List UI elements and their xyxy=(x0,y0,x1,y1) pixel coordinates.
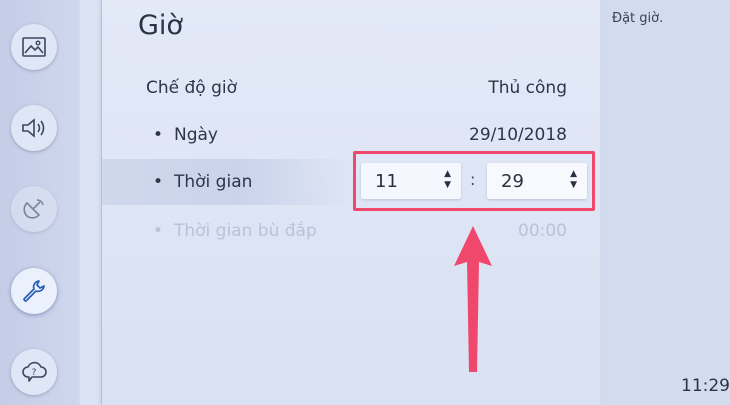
sidebar-item-sound[interactable] xyxy=(11,105,57,151)
system-clock: 11:29 xyxy=(681,376,730,396)
bullet: • xyxy=(153,221,164,241)
panel-layer xyxy=(94,0,102,405)
pointer-arrow-icon xyxy=(454,226,492,372)
help-text: Đặt giờ. xyxy=(612,11,664,26)
time-offset-label: Thời gian bù đắp xyxy=(174,221,317,241)
time-offset-value: 00:00 xyxy=(518,221,567,241)
sidebar-item-general[interactable] xyxy=(11,268,57,314)
help-cloud-icon: ? xyxy=(22,361,47,382)
time-row[interactable]: • Thời gian xyxy=(102,159,352,205)
date-value: 29/10/2018 xyxy=(469,125,567,145)
picture-icon xyxy=(22,37,46,57)
sound-icon xyxy=(22,118,45,138)
sidebar-item-support[interactable]: ? xyxy=(11,349,57,395)
highlight-box xyxy=(353,151,595,211)
sidebar: ? xyxy=(0,0,78,405)
bullet: • xyxy=(153,172,164,192)
clock-mode-label: Chế độ giờ xyxy=(146,78,238,98)
time-label: Thời gian xyxy=(174,172,253,192)
clock-mode-row[interactable]: Chế độ giờ Thủ công xyxy=(102,65,600,111)
wrench-icon xyxy=(23,280,45,302)
clock-mode-value: Thủ công xyxy=(488,78,567,98)
bullet: • xyxy=(153,125,164,145)
page-title: Giờ xyxy=(138,10,183,41)
broadcast-icon xyxy=(23,199,44,219)
svg-text:?: ? xyxy=(32,368,37,378)
sidebar-item-broadcast[interactable] xyxy=(11,186,57,232)
time-offset-row: • Thời gian bù đắp 00:00 xyxy=(102,208,600,254)
date-label: Ngày xyxy=(174,125,218,145)
sidebar-item-picture[interactable] xyxy=(11,24,57,70)
